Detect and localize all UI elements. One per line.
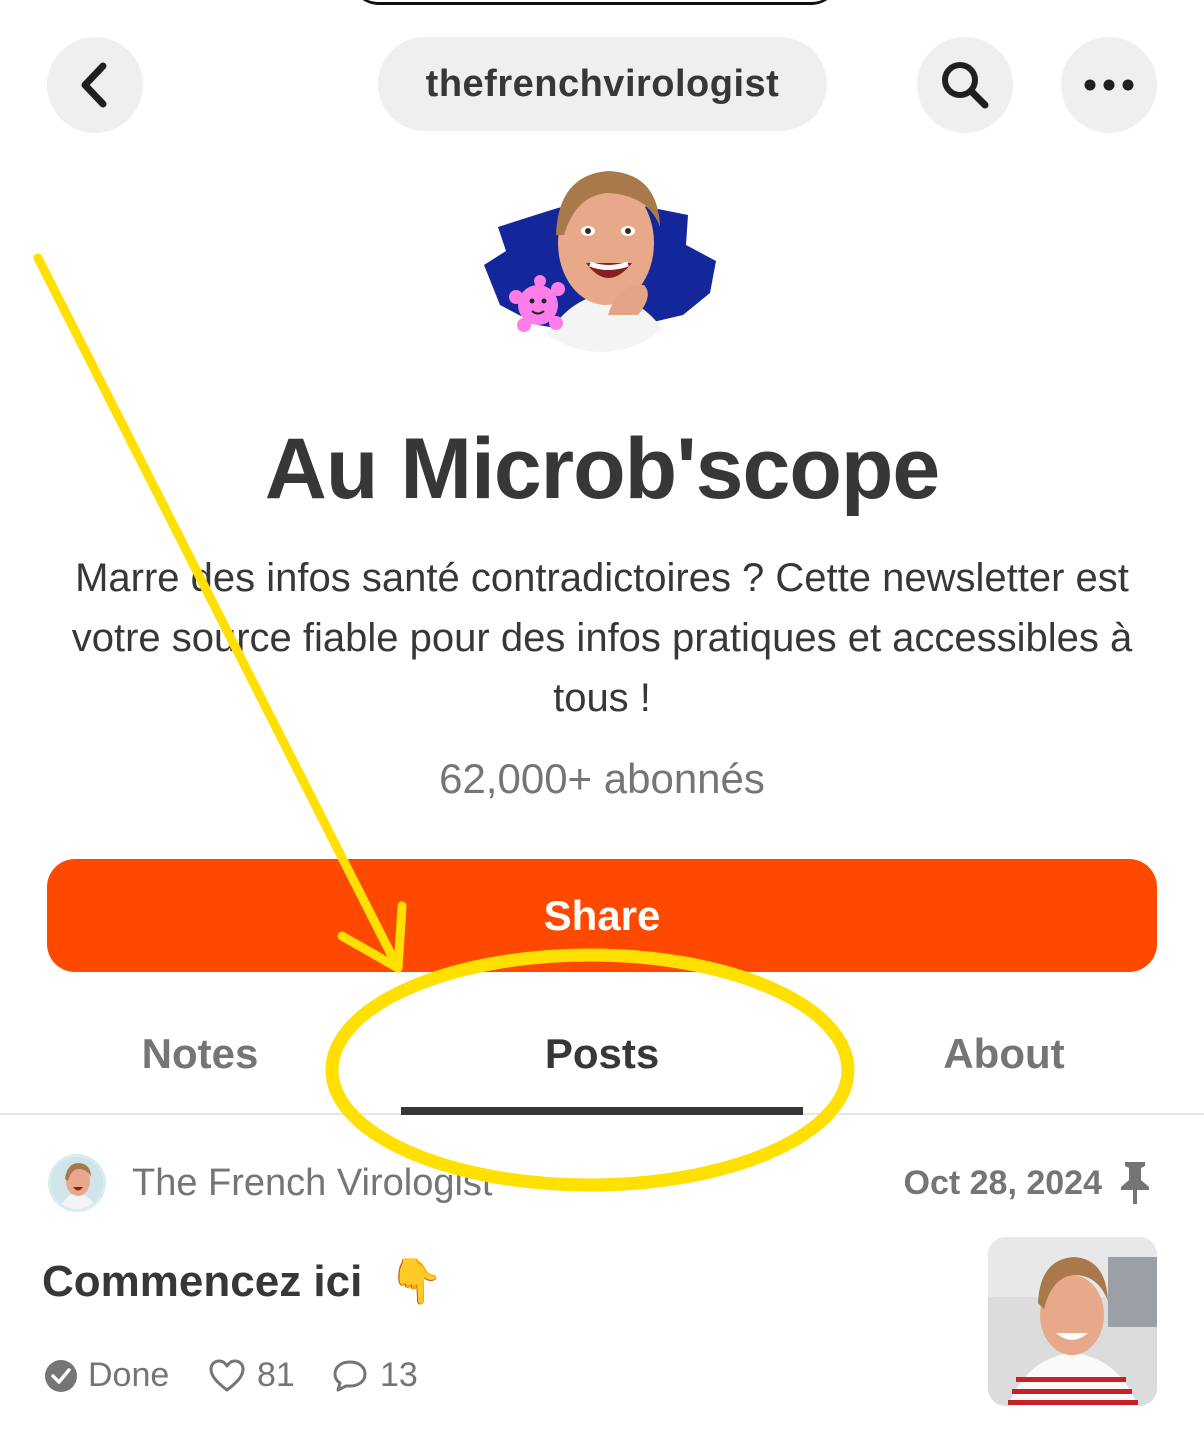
subscriber-count: 62,000+ abonnés — [439, 755, 765, 802]
author-name[interactable]: The French Virologist — [132, 1162, 492, 1205]
search-icon — [942, 62, 989, 109]
share-button[interactable]: Share — [47, 859, 1157, 972]
like-button[interactable]: 81 — [209, 1356, 295, 1395]
heart-icon — [209, 1359, 245, 1391]
search-button[interactable] — [917, 37, 1013, 133]
check-circle-icon — [45, 1359, 77, 1392]
device-notch — [350, 0, 840, 5]
back-button[interactable] — [47, 37, 143, 133]
comment-icon — [333, 1360, 367, 1391]
comment-button[interactable]: 13 — [332, 1356, 418, 1395]
tab-posts[interactable]: Posts — [402, 1030, 802, 1078]
active-tab-indicator — [401, 1107, 803, 1115]
post-status: Done — [44, 1356, 169, 1395]
publication-logo — [478, 165, 724, 355]
pointing-down-emoji: 👇 — [388, 1257, 444, 1306]
chevron-left-icon — [81, 62, 107, 108]
tab-about[interactable]: About — [804, 1030, 1204, 1078]
post-title[interactable]: Commencez ici 👇 — [42, 1255, 443, 1307]
ellipsis-icon — [1084, 79, 1134, 91]
publication-handle[interactable]: thefrenchvirologist — [378, 37, 827, 131]
tab-notes[interactable]: Notes — [0, 1030, 400, 1078]
author-avatar[interactable] — [48, 1154, 106, 1212]
post-thumbnail[interactable] — [988, 1237, 1157, 1406]
publication-description: Marre des infos santé contradictoires ? … — [71, 556, 1133, 720]
more-options-button[interactable] — [1061, 37, 1157, 133]
pin-icon — [1118, 1160, 1152, 1211]
post-date: Oct 28, 2024 — [903, 1164, 1102, 1202]
publication-title: Au Microb'scope — [264, 421, 940, 517]
